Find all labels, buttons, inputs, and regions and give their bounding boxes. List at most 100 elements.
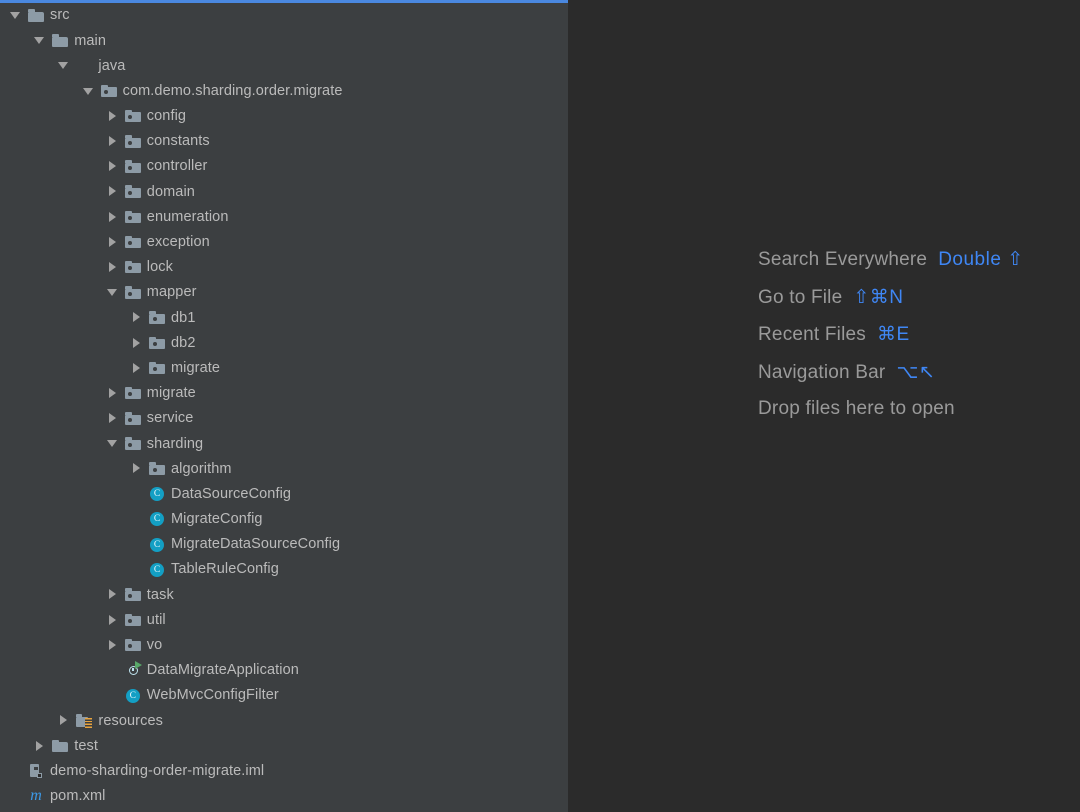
tree-row-label: main (74, 32, 107, 49)
chevron-right-icon[interactable] (107, 614, 118, 626)
tree-row[interactable]: task (0, 582, 568, 607)
runnable-class-icon (125, 661, 142, 678)
package-icon (124, 436, 141, 452)
package-icon (124, 209, 141, 225)
shortcut-row[interactable]: Recent Files ⌘E (758, 323, 1024, 346)
project-tree[interactable]: src main java com.demo.sharding.order.migra… (0, 3, 568, 809)
tree-row[interactable]: enumeration (0, 205, 568, 230)
tree-row-label: migrate (146, 385, 196, 402)
chevron-right-icon[interactable] (131, 362, 142, 374)
tree-row-label: DataSourceConfig (171, 485, 292, 502)
shortcut-row[interactable]: Navigation Bar ⌥↖ (758, 361, 1024, 384)
chevron-right-icon[interactable] (107, 261, 118, 273)
chevron-down-icon[interactable] (58, 60, 69, 71)
tree-row-label: task (146, 586, 174, 603)
tree-row-label: TableRuleConfig (171, 561, 279, 578)
chevron-right-icon[interactable] (34, 740, 45, 752)
java-class-icon: C (149, 486, 165, 502)
tree-row[interactable]: domain (0, 179, 568, 204)
java-class-icon: C (125, 688, 141, 704)
tree-row[interactable]: exception (0, 230, 568, 255)
chevron-down-icon[interactable] (82, 86, 94, 97)
chevron-right-icon[interactable] (131, 312, 142, 323)
tree-row-label: enumeration (146, 208, 229, 225)
chevron-down-icon[interactable] (10, 10, 21, 21)
chevron-down-icon[interactable] (34, 35, 45, 46)
tree-row[interactable]: sharding (0, 431, 568, 456)
tree-row[interactable]: C MigrateDataSourceConfig (0, 532, 568, 557)
tree-row[interactable]: C MigrateConfig (0, 507, 568, 532)
shortcut-row[interactable]: Drop files here to open (758, 398, 1024, 420)
package-icon (124, 184, 141, 200)
folder-icon (52, 738, 69, 754)
tree-row[interactable]: C WebMvcConfigFilter (0, 683, 568, 708)
chevron-right-icon[interactable] (107, 186, 118, 197)
tree-row[interactable]: controller (0, 154, 568, 179)
tree-row[interactable]: service (0, 406, 568, 431)
tree-row[interactable]: DataMigrateApplication (0, 658, 568, 683)
shortcut-keys: Double ⇧ (938, 249, 1024, 270)
tree-row[interactable]: constants (0, 129, 568, 154)
shortcut-keys: ⌘E (877, 324, 910, 345)
shortcut-row[interactable]: Go to File ⇧⌘N (758, 286, 1024, 309)
tree-row-label: src (50, 7, 70, 24)
chevron-right-icon[interactable] (107, 589, 118, 600)
tree-row[interactable]: m pom.xml (0, 784, 568, 809)
tree-row[interactable]: C DataSourceConfig (0, 482, 568, 507)
tree-row-label: util (146, 611, 166, 628)
chevron-right-icon[interactable] (131, 337, 142, 349)
tree-row-label: migrate (171, 359, 221, 376)
tree-row[interactable]: demo-sharding-order-migrate.iml (0, 759, 568, 784)
package-icon (100, 83, 117, 99)
tree-row[interactable]: C TableRuleConfig (0, 557, 568, 582)
tree-row[interactable]: algorithm (0, 456, 568, 481)
chevron-right-icon[interactable] (107, 387, 118, 399)
tree-row-label: domain (146, 183, 195, 200)
tree-row[interactable]: config (0, 104, 568, 129)
tree-row[interactable]: vo (0, 633, 568, 658)
tree-row[interactable]: migrate (0, 356, 568, 381)
tree-row[interactable]: lock (0, 255, 568, 280)
maven-pom-icon: m (30, 787, 42, 805)
chevron-right-icon[interactable] (131, 463, 142, 474)
package-icon (124, 159, 141, 175)
project-tree-panel[interactable]: src main java com.demo.sharding.order.migra… (0, 0, 568, 812)
tree-row[interactable]: src (0, 3, 568, 28)
tree-row-label: DataMigrateApplication (146, 662, 299, 679)
shortcut-label: Recent Files (758, 324, 866, 345)
java-class-icon: C (149, 511, 165, 527)
package-icon (149, 461, 165, 477)
package-icon (149, 335, 165, 351)
chevron-right-icon[interactable] (107, 136, 118, 147)
tree-row[interactable]: db1 (0, 305, 568, 330)
chevron-right-icon[interactable] (107, 413, 118, 424)
tree-row-label: service (146, 410, 194, 427)
chevron-right-icon[interactable] (107, 161, 118, 172)
tree-row-label: resources (98, 712, 163, 729)
shortcut-row[interactable]: Search Everywhere Double ⇧ (758, 248, 1024, 271)
tree-row[interactable]: resources (0, 708, 568, 733)
package-icon (124, 234, 141, 250)
tree-row[interactable]: db2 (0, 330, 568, 355)
tree-row[interactable]: util (0, 608, 568, 633)
chevron-right-icon[interactable] (107, 236, 118, 248)
folder-icon (52, 33, 69, 49)
chevron-right-icon[interactable] (107, 639, 118, 651)
tree-row-label: demo-sharding-order-migrate.iml (50, 762, 265, 779)
tree-row[interactable]: com.demo.sharding.order.migrate (0, 79, 568, 104)
chevron-right-icon[interactable] (107, 110, 118, 122)
chevron-down-icon[interactable] (106, 287, 118, 298)
tree-row[interactable]: main (0, 28, 568, 53)
tree-row[interactable]: test (0, 733, 568, 758)
tree-row[interactable]: mapper (0, 280, 568, 305)
chevron-right-icon[interactable] (107, 211, 118, 223)
java-class-icon: C (149, 562, 165, 578)
chevron-down-icon[interactable] (106, 438, 118, 449)
tree-row[interactable]: migrate (0, 381, 568, 406)
chevron-right-icon[interactable] (58, 715, 69, 726)
java-class-icon: C (149, 537, 165, 553)
shortcut-label: Drop files here to open (758, 398, 955, 419)
tree-row[interactable]: java (0, 53, 568, 78)
shortcut-label: Go to File (758, 286, 843, 308)
